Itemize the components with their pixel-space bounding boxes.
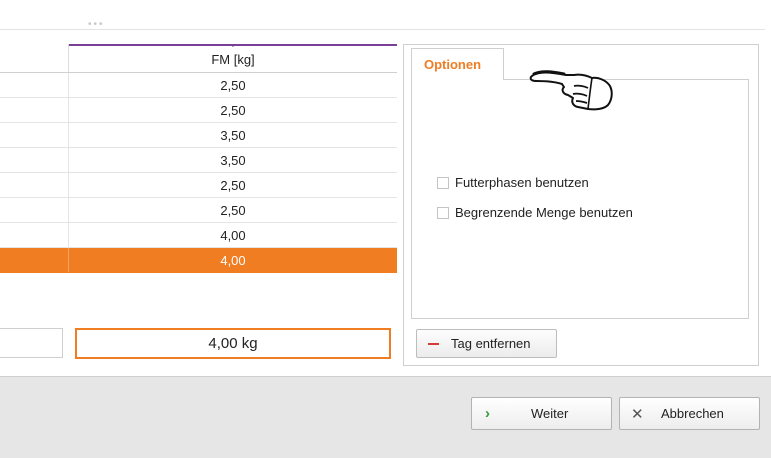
table-row[interactable]: 2,50: [0, 98, 397, 123]
table-cell-fm[interactable]: 2,50: [69, 198, 397, 222]
chevron-right-icon: ›: [485, 405, 490, 422]
tab-optionen-label: Optionen: [424, 57, 482, 72]
table-cell-fm[interactable]: 3,50: [69, 148, 397, 172]
table-cell-fm[interactable]: 2,50: [69, 173, 397, 197]
table-header: FM [kg]: [0, 44, 397, 73]
table-row[interactable]: 2,50: [0, 73, 397, 98]
table-cell-left[interactable]: [0, 148, 69, 172]
begrenzende-menge-checkbox[interactable]: [437, 206, 449, 219]
table-cell-fm[interactable]: 2,50: [69, 73, 397, 97]
table-cell-fm[interactable]: 3,50: [69, 123, 397, 147]
remove-day-label: Tag entfernen: [451, 336, 531, 351]
column-header-fm-label: FM [kg]: [211, 51, 255, 67]
table-row[interactable]: 4,00: [0, 223, 397, 248]
pointing-hand-icon: [529, 70, 613, 111]
top-divider: [0, 29, 765, 30]
column-header-fm[interactable]: FM [kg]: [69, 44, 397, 72]
tab-optionen[interactable]: Optionen: [411, 48, 504, 80]
table-row[interactable]: 2,50: [0, 198, 397, 223]
sort-indicator-icon: [230, 44, 236, 47]
table-row[interactable]: 2,50: [0, 173, 397, 198]
next-button[interactable]: › Weiter: [471, 397, 612, 430]
table-row[interactable]: 3,50: [0, 123, 397, 148]
cancel-label: Abbrechen: [661, 406, 724, 421]
futterphasen-label: Futterphasen benutzen: [455, 175, 589, 190]
table-cell-fm[interactable]: 4,00: [69, 248, 397, 272]
table-row[interactable]: 3,50: [0, 148, 397, 173]
begrenzende-menge-label: Begrenzende Menge benutzen: [455, 205, 633, 220]
futterphasen-checkbox[interactable]: [437, 176, 449, 189]
table-cell-left[interactable]: [0, 248, 69, 272]
remove-day-button[interactable]: Tag entfernen: [416, 329, 557, 358]
column-header-left[interactable]: [0, 44, 69, 72]
table-row-selected[interactable]: 4,00: [0, 248, 397, 273]
table-cell-left[interactable]: [0, 173, 69, 197]
feed-table: FM [kg] 2,50 2,50 3,50 3,50 2,50 2,50 4,…: [0, 44, 397, 273]
next-label: Weiter: [531, 406, 569, 421]
table-cell-fm[interactable]: 2,50: [69, 98, 397, 122]
row-editor-left-field[interactable]: [0, 328, 63, 358]
minus-icon: [428, 342, 439, 345]
futterphasen-checkbox-row[interactable]: Futterphasen benutzen: [437, 175, 589, 190]
table-cell-left[interactable]: [0, 198, 69, 222]
weight-input[interactable]: 4,00 kg: [75, 328, 391, 359]
close-icon: ✕: [631, 405, 644, 423]
options-tab-content: Futterphasen benutzen Begrenzende Menge …: [411, 79, 749, 319]
table-cell-left[interactable]: [0, 73, 69, 97]
table-cell-fm[interactable]: 4,00: [69, 223, 397, 247]
table-cell-left[interactable]: [0, 98, 69, 122]
table-cell-left[interactable]: [0, 123, 69, 147]
begrenzende-menge-checkbox-row[interactable]: Begrenzende Menge benutzen: [437, 205, 633, 220]
table-cell-left[interactable]: [0, 223, 69, 247]
cancel-button[interactable]: ✕ Abbrechen: [619, 397, 760, 430]
